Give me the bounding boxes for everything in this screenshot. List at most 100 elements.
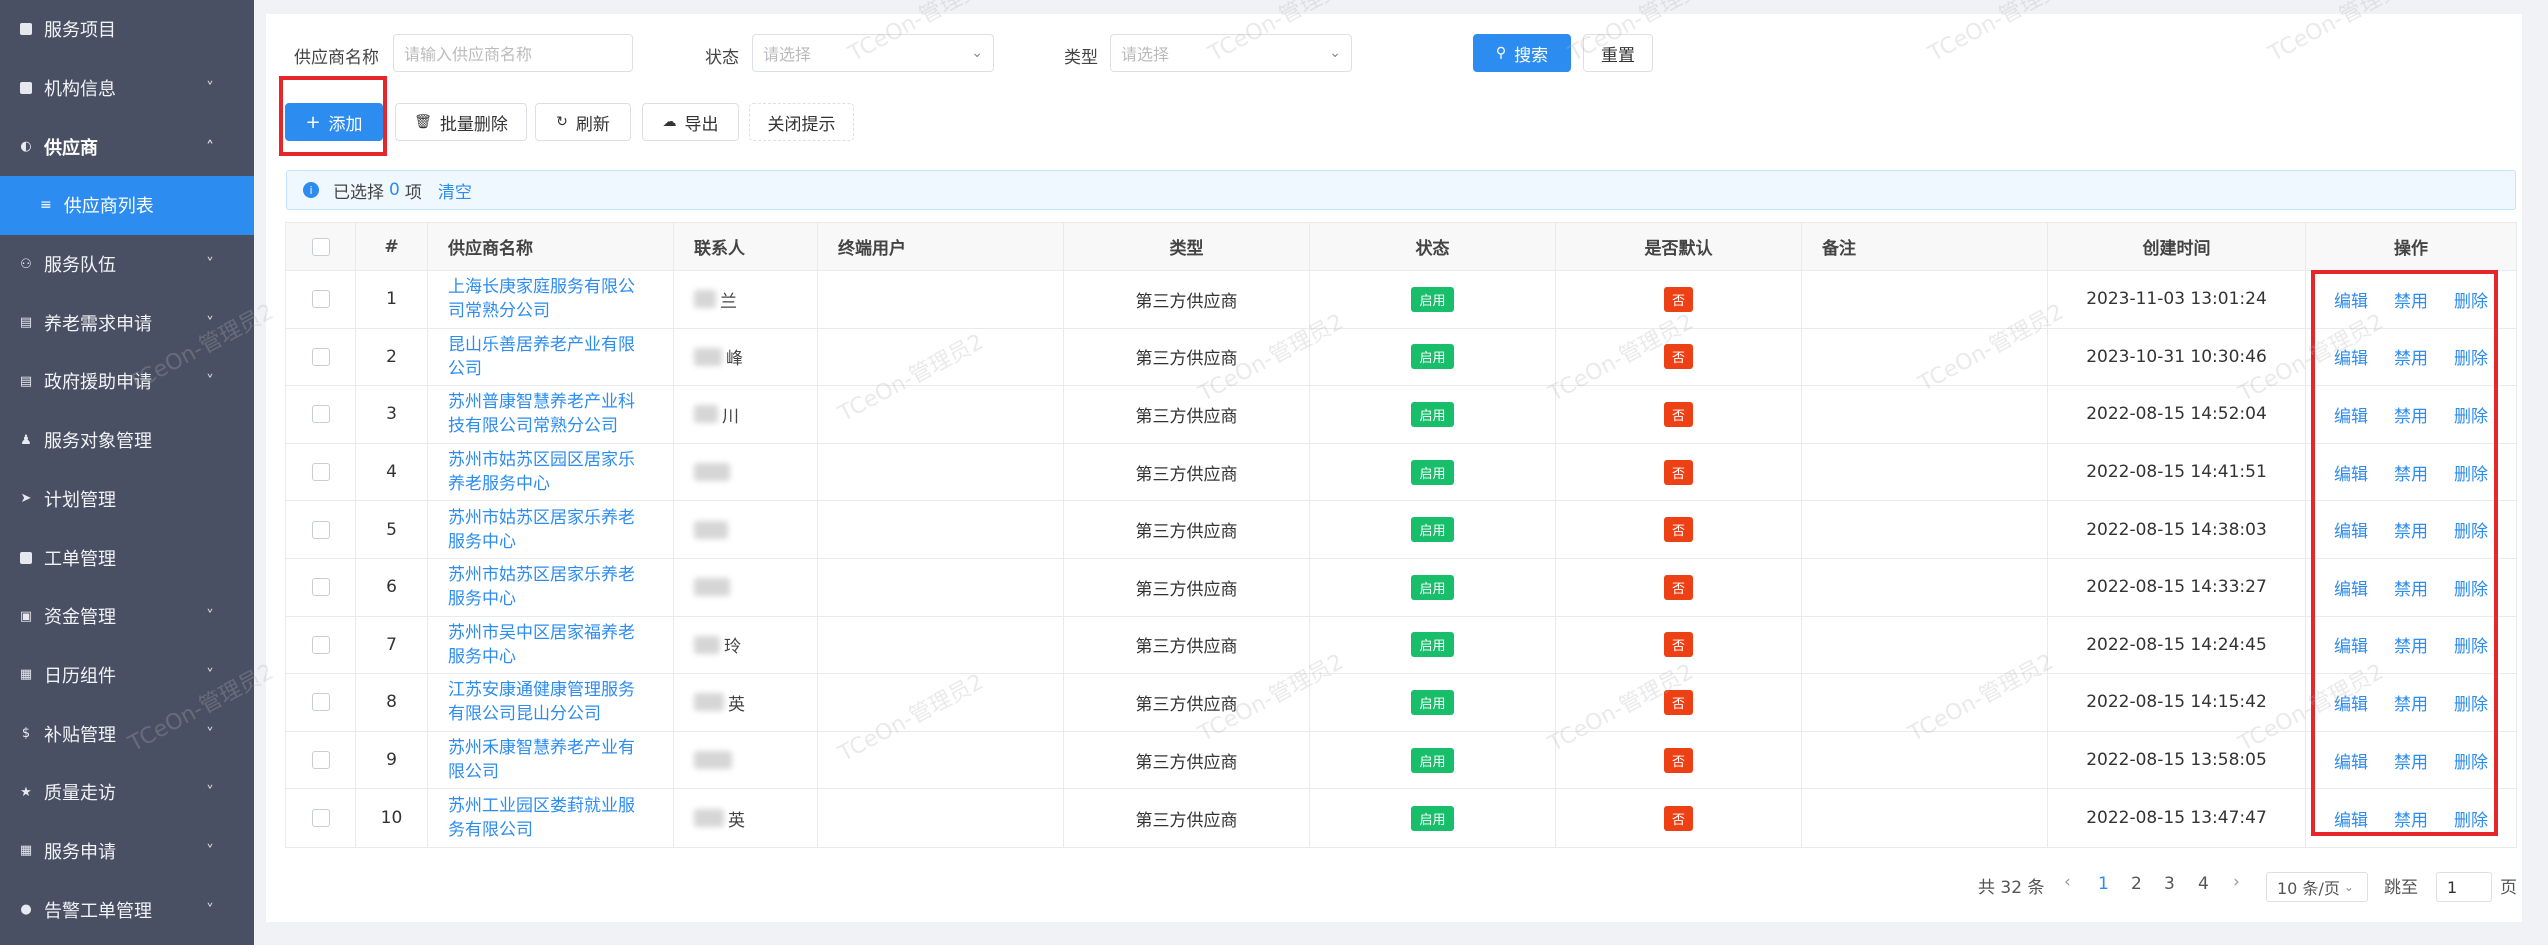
row-end-user bbox=[818, 789, 1064, 847]
row-checkbox[interactable] bbox=[311, 578, 330, 597]
supplier-name-input[interactable]: 请输入供应商名称 bbox=[393, 34, 633, 72]
row-type: 第三方供应商 bbox=[1064, 443, 1310, 501]
row-name-cell: 苏州普康智慧养老产业科技有限公司常熟分公司 bbox=[428, 386, 674, 443]
select-all-checkbox[interactable] bbox=[311, 237, 330, 256]
row-checkbox[interactable] bbox=[311, 635, 330, 654]
sidebar-item-3[interactable]: ≡ 供应商列表 bbox=[0, 176, 254, 235]
supplier-name-link[interactable]: 苏州市姑苏区居家乐养老服务中心 bbox=[448, 563, 638, 611]
row-checkbox-cell bbox=[286, 558, 356, 616]
page-scrollbar[interactable] bbox=[2528, 14, 2538, 922]
sidebar-item-11[interactable]: ▦ 日历组件 ˅ bbox=[0, 646, 254, 705]
sidebar-item-7[interactable]: ♟ 服务对象管理 bbox=[0, 411, 254, 470]
batch-delete-button[interactable]: 🗑 批量删除 bbox=[395, 103, 527, 141]
row-contact bbox=[674, 558, 818, 616]
chevron-down-icon: ˅ bbox=[206, 665, 214, 685]
chevron-down-icon: ˅ bbox=[206, 606, 214, 626]
close-tip-button[interactable]: 关闭提示 bbox=[749, 103, 854, 141]
header-end-user: 终端用户 bbox=[818, 223, 1064, 270]
sidebar-item-8[interactable]: ➤ 计划管理 bbox=[0, 470, 254, 529]
prev-page-icon[interactable]: ‹ bbox=[2064, 872, 2071, 892]
default-badge: 否 bbox=[1663, 689, 1693, 715]
row-checkbox[interactable] bbox=[311, 290, 330, 309]
row-created: 2023-11-03 13:01:24 bbox=[2048, 271, 2306, 328]
row-checkbox[interactable] bbox=[311, 751, 330, 770]
sidebar-item-2[interactable]: ◐ 供应商 ˄ bbox=[0, 117, 254, 177]
supplier-name-link[interactable]: 苏州工业园区娄葑就业服务有限公司 bbox=[448, 794, 638, 842]
table-row: 10 苏州工业园区娄葑就业服务有限公司 英 第三方供应商 启用 否 2022-08-15 1… bbox=[286, 789, 2516, 847]
table-row: 8 江苏安康通健康管理服务有限公司昆山分公司 英 第三方供应商 启用 否 2022-08-1… bbox=[286, 674, 2516, 732]
sidebar-item-4[interactable]: ⚇ 服务队伍 ˅ bbox=[0, 235, 254, 294]
sidebar-item-12[interactable]: $ 补贴管理 ˅ bbox=[0, 704, 254, 763]
supplier-name-link[interactable]: 江苏安康通健康管理服务有限公司昆山分公司 bbox=[448, 678, 638, 726]
row-type: 第三方供应商 bbox=[1064, 616, 1310, 674]
page-2[interactable]: 2 bbox=[2131, 874, 2142, 894]
page-3[interactable]: 3 bbox=[2164, 874, 2175, 894]
contact-suffix: 川 bbox=[722, 406, 739, 427]
sidebar-item-14[interactable]: ▦ 服务申请 ˅ bbox=[0, 822, 254, 881]
jump-page-input[interactable]: 1 bbox=[2436, 872, 2492, 902]
send-icon: ➤ bbox=[20, 491, 32, 507]
money-icon: ▣ bbox=[19, 608, 33, 624]
default-badge: 否 bbox=[1663, 517, 1693, 543]
list-icon: ≡ bbox=[40, 197, 52, 214]
supplier-name-link[interactable]: 苏州禾康智慧养老产业有限公司 bbox=[448, 736, 638, 784]
row-checkbox[interactable] bbox=[311, 463, 330, 482]
sidebar-item-label: 服务对象管理 bbox=[44, 431, 152, 453]
page-4[interactable]: 4 bbox=[2198, 874, 2209, 894]
default-badge: 否 bbox=[1663, 286, 1693, 312]
sidebar-item-13[interactable]: ★ 质量走访 ˅ bbox=[0, 763, 254, 822]
status-badge: 启用 bbox=[1411, 747, 1454, 773]
row-default-cell: 否 bbox=[1556, 731, 1802, 789]
search-button-label: 搜索 bbox=[1514, 45, 1549, 66]
sidebar-item-5[interactable]: ▤ 养老需求申请 ˅ bbox=[0, 293, 254, 352]
sidebar-item-label: 计划管理 bbox=[44, 489, 116, 511]
next-page-icon[interactable]: › bbox=[2233, 872, 2240, 892]
export-button[interactable]: ☁ 导出 bbox=[642, 103, 739, 141]
row-index: 1 bbox=[356, 271, 428, 328]
row-checkbox[interactable] bbox=[311, 347, 330, 366]
row-name-cell: 苏州禾康智慧养老产业有限公司 bbox=[428, 731, 674, 789]
chevron-down-icon: ˅ bbox=[206, 782, 214, 802]
row-note bbox=[1802, 501, 2048, 558]
supplier-name-link[interactable]: 苏州市吴中区居家福养老服务中心 bbox=[448, 621, 638, 669]
page-1[interactable]: 1 bbox=[2098, 874, 2109, 894]
chevron-down-icon: ⌄ bbox=[2343, 880, 2354, 894]
row-contact: 玲 bbox=[674, 616, 818, 674]
supplier-name-link[interactable]: 苏州市姑苏区园区居家乐养老服务中心 bbox=[448, 448, 638, 496]
sidebar-item-6[interactable]: ▤ 政府援助申请 ˅ bbox=[0, 352, 254, 411]
header-ops: 操作 bbox=[2394, 239, 2428, 259]
sidebar-item-label: 政府援助申请 bbox=[44, 372, 152, 394]
sidebar-item-9[interactable]: 工单管理 bbox=[0, 528, 254, 587]
sidebar-item-15[interactable]: ● 告警工单管理 ˅ bbox=[0, 880, 254, 939]
row-created: 2022-08-15 14:41:51 bbox=[2048, 443, 2306, 501]
row-checkbox[interactable] bbox=[311, 809, 330, 828]
supplier-name-link[interactable]: 昆山乐善居养老产业有限公司 bbox=[448, 333, 638, 381]
sidebar-item-label: 服务项目 bbox=[44, 20, 116, 42]
page-size-select[interactable]: 10 条/页 ⌄ bbox=[2266, 872, 2368, 902]
row-checkbox[interactable] bbox=[311, 520, 330, 539]
sidebar-item-label: 机构信息 bbox=[44, 79, 116, 101]
search-button[interactable]: ⚲ 搜索 bbox=[1473, 34, 1571, 72]
refresh-button[interactable]: ↻ 刷新 bbox=[535, 103, 631, 141]
sidebar-item-10[interactable]: ▣ 资金管理 ˅ bbox=[0, 587, 254, 646]
supplier-name-link[interactable]: 上海长庚家庭服务有限公司常熟分公司 bbox=[448, 275, 638, 323]
header-created: 创建时间 bbox=[2048, 223, 2306, 270]
alert-count: 0 bbox=[389, 180, 400, 200]
row-note bbox=[1802, 789, 2048, 847]
row-checkbox-cell bbox=[286, 271, 356, 328]
sidebar-item-1[interactable]: 机构信息 ˅ bbox=[0, 59, 254, 118]
row-checkbox[interactable] bbox=[311, 405, 330, 424]
row-status-cell: 启用 bbox=[1310, 616, 1556, 674]
header-index: # bbox=[356, 223, 428, 270]
default-badge: 否 bbox=[1663, 747, 1693, 773]
row-checkbox[interactable] bbox=[311, 693, 330, 712]
reset-button[interactable]: 重置 bbox=[1583, 34, 1653, 72]
supplier-name-link[interactable]: 苏州普康智慧养老产业科技有限公司常熟分公司 bbox=[448, 390, 638, 438]
type-select[interactable]: 请选择 ⌄ bbox=[1110, 34, 1352, 72]
clear-selection-link[interactable]: 清空 bbox=[438, 178, 472, 203]
supplier-name-link[interactable]: 苏州市姑苏区居家乐养老服务中心 bbox=[448, 506, 638, 554]
status-select[interactable]: 请选择 ⌄ bbox=[752, 34, 994, 72]
sidebar-item-0[interactable]: 服务项目 bbox=[0, 0, 254, 59]
row-default-cell: 否 bbox=[1556, 789, 1802, 847]
sidebar-item-label: 服务申请 bbox=[44, 841, 116, 863]
